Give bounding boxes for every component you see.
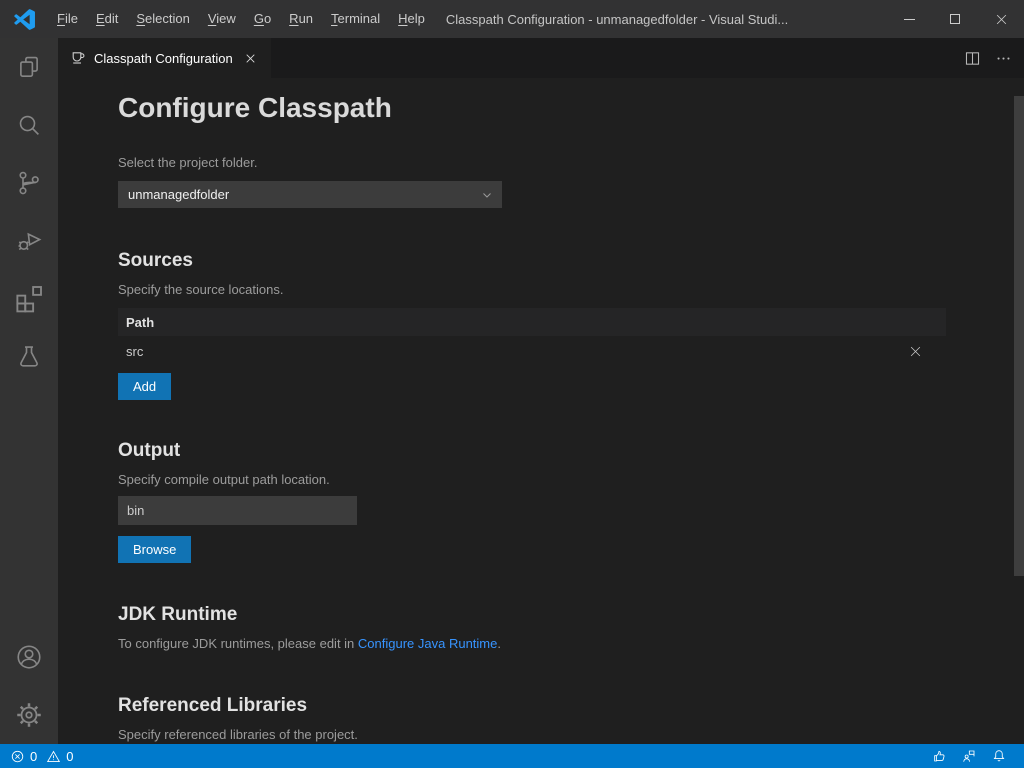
testing-flask-icon (14, 342, 44, 372)
add-source-button[interactable]: Add (118, 373, 171, 400)
account-icon (14, 642, 44, 672)
menu-view[interactable]: View (199, 0, 245, 38)
thumbs-up-icon (931, 748, 947, 764)
menu-selection[interactable]: Selection (127, 0, 198, 38)
accounts-button[interactable] (0, 628, 58, 686)
feedback-button[interactable] (954, 744, 984, 768)
editor-group: Classpath Configuration Configure Classp… (58, 38, 1024, 744)
window-title: Classpath Configuration - unmanagedfolde… (446, 12, 788, 27)
sources-column-header: Path (118, 308, 946, 336)
tab-close-button[interactable] (241, 48, 261, 68)
gear-icon (14, 700, 44, 730)
menu-file[interactable]: File (48, 0, 87, 38)
jdk-runtime-text: To configure JDK runtimes, please edit i… (118, 635, 1024, 653)
source-control-icon (14, 168, 44, 198)
warning-icon (46, 749, 61, 764)
sidebar-item-source-control[interactable] (0, 154, 58, 212)
chevron-down-icon (480, 188, 494, 202)
vscode-logo-icon (0, 9, 48, 30)
jdk-text-after: . (497, 636, 501, 651)
jdk-text-before: To configure JDK runtimes, please edit i… (118, 636, 358, 651)
error-count: 0 (30, 749, 37, 764)
status-bar-right (924, 744, 1014, 768)
close-icon (244, 52, 257, 65)
person-flag-icon (961, 748, 977, 764)
close-icon (994, 12, 1009, 27)
maximize-icon (950, 14, 960, 24)
sidebar-item-explorer[interactable] (0, 38, 58, 96)
output-description: Specify compile output path location. (118, 471, 1024, 489)
menu-go[interactable]: Go (245, 0, 280, 38)
vertical-scrollbar[interactable] (1014, 96, 1024, 576)
referenced-libraries-description: Specify referenced libraries of the proj… (118, 726, 1024, 744)
split-editor-icon[interactable] (964, 50, 981, 67)
menu-edit[interactable]: Edit (87, 0, 127, 38)
editor-actions (964, 38, 1024, 78)
jdk-runtime-heading: JDK Runtime (118, 602, 1024, 628)
activity-bar (0, 38, 58, 744)
minimize-icon (904, 19, 915, 20)
problems-status[interactable]: 0 0 (10, 749, 77, 764)
vscode-window: File Edit Selection View Go Run Terminal… (0, 0, 1024, 768)
menu-bar: File Edit Selection View Go Run Terminal… (48, 0, 434, 38)
tab-bar: Classpath Configuration (58, 38, 1024, 78)
maximize-button[interactable] (932, 0, 978, 38)
main-area: Classpath Configuration Configure Classp… (0, 38, 1024, 744)
java-cup-icon (70, 50, 86, 66)
notifications-button[interactable] (984, 744, 1014, 768)
menu-run[interactable]: Run (280, 0, 322, 38)
browse-output-button[interactable]: Browse (118, 536, 191, 563)
classpath-configuration-page: Configure Classpath Select the project f… (58, 78, 1024, 744)
settings-button[interactable] (0, 686, 58, 744)
sidebar-item-search[interactable] (0, 96, 58, 154)
output-path-input[interactable] (118, 496, 357, 525)
more-actions-icon[interactable] (995, 50, 1012, 67)
tab-label: Classpath Configuration (94, 51, 233, 66)
remove-source-button[interactable] (904, 340, 926, 362)
bell-icon (991, 748, 1007, 764)
extensions-icon (14, 284, 44, 314)
referenced-libraries-heading: Referenced Libraries (118, 693, 1024, 719)
search-icon (14, 110, 44, 140)
output-heading: Output (118, 438, 1024, 464)
activity-bar-bottom (0, 628, 58, 744)
sources-table: Path src (118, 308, 946, 366)
window-controls (886, 0, 1024, 38)
sidebar-item-run-and-debug[interactable] (0, 212, 58, 270)
minimize-button[interactable] (886, 0, 932, 38)
thumbs-up-button[interactable] (924, 744, 954, 768)
warning-count: 0 (66, 749, 73, 764)
project-folder-select[interactable]: unmanagedfolder (118, 181, 502, 208)
run-and-debug-icon (14, 226, 44, 256)
page-title: Configure Classpath (118, 91, 1024, 125)
sources-heading: Sources (118, 248, 1024, 274)
sources-description: Specify the source locations. (118, 281, 1024, 299)
menu-terminal[interactable]: Terminal (322, 0, 389, 38)
configure-java-runtime-link[interactable]: Configure Java Runtime (358, 636, 497, 651)
menu-help[interactable]: Help (389, 0, 434, 38)
source-row[interactable]: src (118, 336, 946, 366)
status-bar: 0 0 (0, 744, 1024, 768)
close-window-button[interactable] (978, 0, 1024, 38)
close-icon (908, 344, 923, 359)
title-bar: File Edit Selection View Go Run Terminal… (0, 0, 1024, 38)
project-folder-label: Select the project folder. (118, 154, 1024, 172)
error-icon (10, 749, 25, 764)
tab-classpath-configuration[interactable]: Classpath Configuration (58, 38, 271, 78)
explorer-icon (14, 52, 44, 82)
sidebar-item-extensions[interactable] (0, 270, 58, 328)
project-folder-selected-value: unmanagedfolder (128, 187, 480, 202)
sidebar-item-testing[interactable] (0, 328, 58, 386)
source-path-value: src (126, 344, 143, 359)
